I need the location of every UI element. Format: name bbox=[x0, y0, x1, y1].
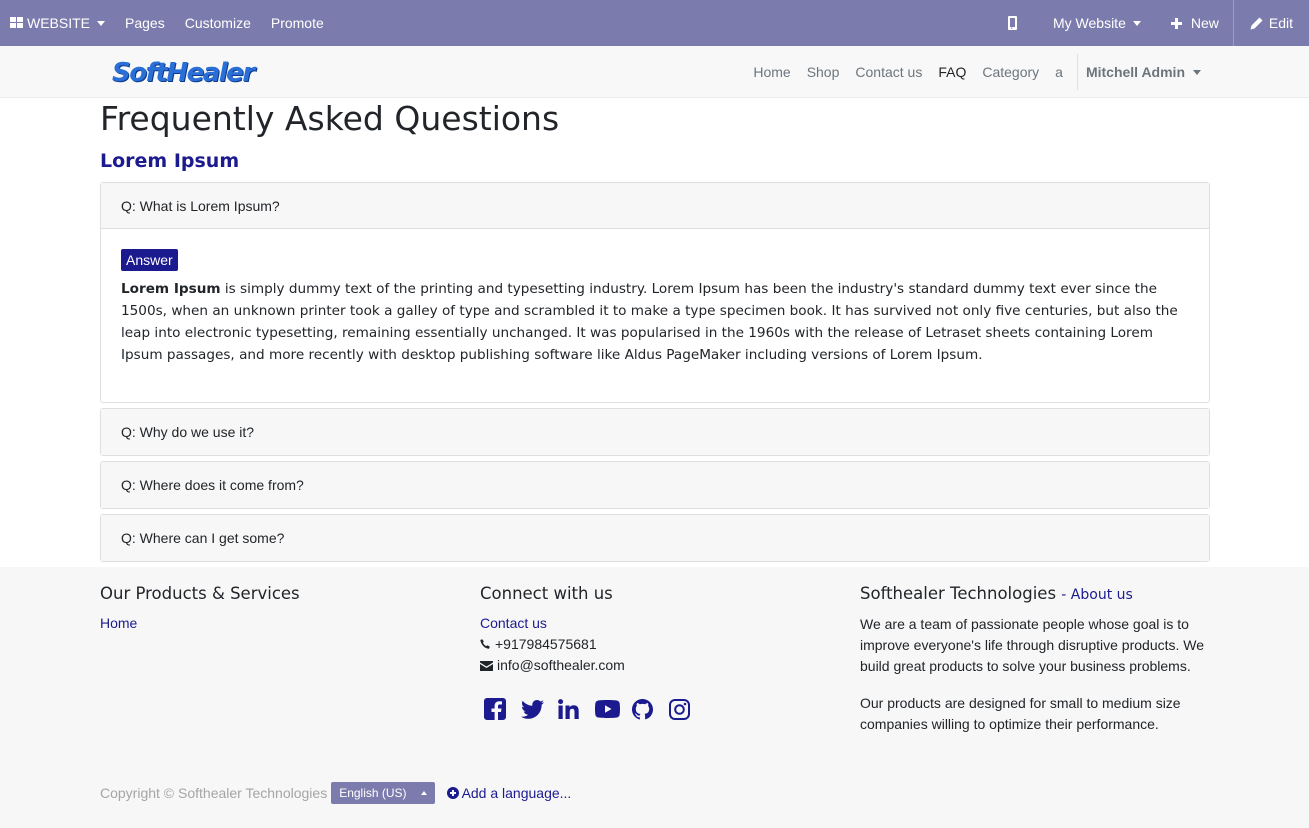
add-language-label: Add a language... bbox=[461, 785, 572, 801]
about-us-link[interactable]: - About us bbox=[1061, 587, 1133, 603]
pencil-icon bbox=[1250, 17, 1263, 29]
user-name: Mitchell Admin bbox=[1085, 64, 1185, 80]
faq-question: Q: Where can I get some? bbox=[121, 530, 285, 546]
plus-icon bbox=[1170, 17, 1182, 29]
youtube-link[interactable] bbox=[595, 695, 632, 723]
add-language-link[interactable]: Add a language... bbox=[446, 785, 572, 801]
chevron-up-icon bbox=[420, 791, 427, 795]
apps-grid-icon bbox=[10, 17, 23, 28]
faq-question-toggle[interactable]: Q: Where does it come from? bbox=[101, 462, 1209, 508]
footer-products-heading: Our Products & Services bbox=[100, 584, 300, 603]
admin-bar: WEBSITE Pages Customize Promote My Websi… bbox=[0, 0, 1309, 46]
faq-question: Q: What is Lorem Ipsum? bbox=[121, 197, 280, 214]
plus-circle-icon bbox=[446, 787, 459, 799]
chevron-down-icon bbox=[1132, 20, 1141, 26]
nav-home[interactable]: Home bbox=[745, 64, 798, 80]
chevron-down-icon bbox=[97, 20, 106, 26]
youtube-icon bbox=[595, 700, 620, 718]
answer-rest: is simply dummy text of the printing and… bbox=[121, 281, 1178, 363]
social-links bbox=[484, 695, 820, 723]
site-footer: Our Products & Services Home Connect wit… bbox=[0, 567, 1309, 828]
site-navbar: SoftHealer Home Shop Contact us FAQ Cate… bbox=[0, 46, 1309, 98]
faq-question-toggle[interactable]: Q: Why do we use it? bbox=[101, 409, 1209, 455]
phone-icon bbox=[480, 639, 490, 649]
facebook-icon bbox=[484, 698, 506, 720]
user-menu-dropdown[interactable]: Mitchell Admin bbox=[1078, 64, 1209, 80]
customize-menu[interactable]: Customize bbox=[175, 0, 261, 46]
website-menu-label: WEBSITE bbox=[27, 15, 91, 31]
faq-answer-body: Answer Lorem Ipsum is simply dummy text … bbox=[101, 229, 1209, 396]
github-link[interactable] bbox=[632, 695, 669, 723]
admin-bar-right: My Website New Edit bbox=[998, 0, 1309, 46]
copyright-text: Copyright © Softhealer Technologies bbox=[100, 785, 328, 801]
company-description: We are a team of passionate people whose… bbox=[860, 616, 1205, 674]
nav-category[interactable]: Category bbox=[974, 64, 1047, 80]
footer-email: info@softhealer.com bbox=[480, 655, 820, 676]
footer-products-column: Our Products & Services Home bbox=[100, 567, 440, 634]
footer-phone: +917984575681 bbox=[480, 634, 820, 655]
nav-a[interactable]: a bbox=[1047, 64, 1071, 80]
footer-phone-text: +917984575681 bbox=[495, 636, 597, 652]
faq-item: Q: Where can I get some? bbox=[100, 514, 1210, 562]
instagram-link[interactable] bbox=[669, 695, 706, 723]
edit-label: Edit bbox=[1268, 15, 1293, 31]
new-label: New bbox=[1190, 15, 1219, 31]
mobile-icon bbox=[1007, 16, 1017, 30]
twitter-icon bbox=[521, 699, 544, 719]
linkedin-icon bbox=[558, 699, 579, 719]
website-menu-button[interactable]: WEBSITE bbox=[0, 0, 115, 46]
new-button[interactable]: New bbox=[1159, 0, 1233, 46]
footer-company-column: Softhealer Technologies - About us We ar… bbox=[860, 567, 1210, 735]
faq-item: Q: What is Lorem Ipsum? Answer Lorem Ips… bbox=[100, 182, 1210, 403]
promote-menu[interactable]: Promote bbox=[261, 0, 334, 46]
faq-answer-text: Lorem Ipsum is simply dummy text of the … bbox=[121, 278, 1189, 366]
instagram-icon bbox=[669, 698, 690, 720]
linkedin-link[interactable] bbox=[558, 695, 595, 723]
pages-menu[interactable]: Pages bbox=[115, 0, 175, 46]
nav-faq[interactable]: FAQ bbox=[930, 64, 974, 80]
github-icon bbox=[632, 698, 653, 720]
footer-contact-link[interactable]: Contact us bbox=[480, 615, 547, 631]
nav-shop[interactable]: Shop bbox=[799, 64, 848, 80]
language-label: English (US) bbox=[339, 786, 407, 800]
faq-question-toggle[interactable]: Q: What is Lorem Ipsum? bbox=[101, 183, 1209, 229]
answer-bold: Lorem Ipsum bbox=[121, 281, 221, 297]
copyright-bar: Copyright © Softhealer Technologies Engl… bbox=[100, 782, 571, 804]
envelope-icon bbox=[480, 660, 493, 671]
faq-item: Q: Where does it come from? bbox=[100, 461, 1210, 509]
faq-item: Q: Why do we use it? bbox=[100, 408, 1210, 456]
footer-home-link[interactable]: Home bbox=[100, 615, 137, 631]
twitter-link[interactable] bbox=[521, 695, 558, 723]
company-name: Softhealer Technologies bbox=[860, 584, 1057, 603]
answer-badge: Answer bbox=[121, 249, 178, 271]
my-website-dropdown[interactable]: My Website bbox=[1043, 0, 1159, 46]
footer-connect-heading: Connect with us bbox=[480, 584, 613, 603]
site-logo[interactable]: SoftHealer bbox=[112, 58, 255, 88]
my-website-label: My Website bbox=[1052, 15, 1126, 31]
footer-email-text: info@softhealer.com bbox=[497, 657, 625, 673]
section-title: Lorem Ipsum bbox=[100, 150, 240, 172]
nav-contact-us[interactable]: Contact us bbox=[847, 64, 930, 80]
footer-company-heading: Softhealer Technologies - About us bbox=[860, 584, 1210, 605]
company-target: Our products are designed for small to m… bbox=[860, 695, 1181, 732]
faq-question: Q: Why do we use it? bbox=[121, 424, 255, 440]
language-selector[interactable]: English (US) bbox=[331, 782, 435, 804]
page-title: Frequently Asked Questions bbox=[100, 99, 560, 138]
chevron-down-icon bbox=[1193, 69, 1201, 75]
edit-button[interactable]: Edit bbox=[1232, 0, 1309, 46]
faq-question-toggle[interactable]: Q: Where can I get some? bbox=[101, 515, 1209, 561]
facebook-link[interactable] bbox=[484, 695, 521, 723]
faq-question: Q: Where does it come from? bbox=[121, 477, 304, 493]
main-nav: Home Shop Contact us FAQ Category a Mitc… bbox=[745, 46, 1209, 98]
footer-connect-column: Connect with us Contact us +917984575681… bbox=[480, 567, 820, 723]
mobile-preview-button[interactable] bbox=[998, 0, 1043, 46]
